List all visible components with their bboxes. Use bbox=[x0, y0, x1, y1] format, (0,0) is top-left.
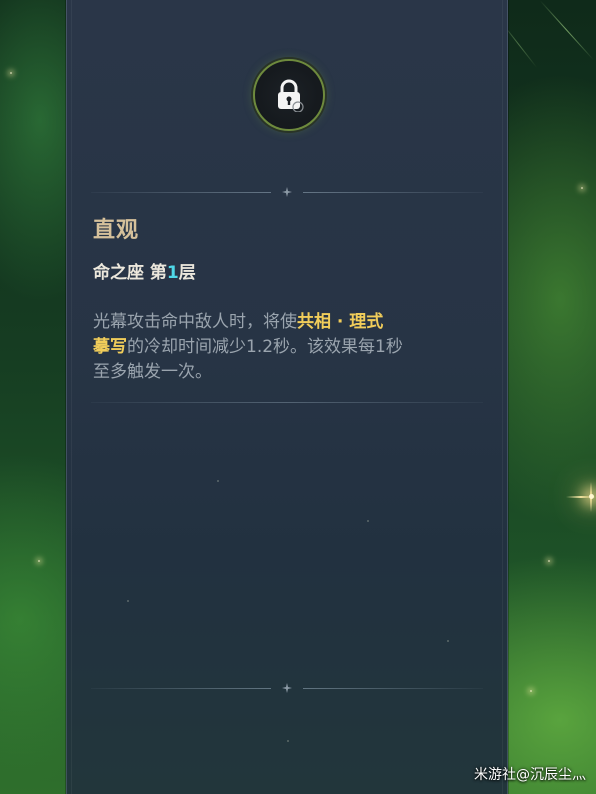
lock-icon bbox=[274, 78, 304, 112]
constellation-detail-panel: 直观 命之座 第1层 光幕攻击命中敌人时，将使共相 · 理式摹写的冷却时间减少1… bbox=[66, 0, 508, 794]
dust-particle bbox=[287, 740, 289, 742]
description-text: 光幕攻击命中敌人时，将使 bbox=[93, 312, 297, 332]
section-divider bbox=[91, 186, 483, 199]
watermark: 米游社@沉辰尘灬 bbox=[474, 767, 586, 783]
locked-constellation-button[interactable] bbox=[253, 59, 325, 131]
divider-star-icon bbox=[282, 683, 292, 693]
sparkle-dot bbox=[548, 560, 550, 562]
section-divider bbox=[91, 402, 483, 403]
sparkle-dot bbox=[38, 560, 40, 562]
light-streak bbox=[539, 0, 594, 61]
constellation-description: 光幕攻击命中敌人时，将使共相 · 理式摹写的冷却时间减少1.2秒。该效果每1秒至… bbox=[93, 310, 483, 385]
sparkle-dot bbox=[581, 187, 583, 189]
constellation-name: 直观 bbox=[93, 218, 140, 243]
description-highlight: 摹写 bbox=[93, 337, 127, 357]
bright-star bbox=[589, 494, 594, 499]
description-text: 至多触发一次。 bbox=[93, 362, 212, 382]
constellation-level: 命之座 第1层 bbox=[93, 258, 196, 283]
divider-line bbox=[91, 688, 271, 689]
level-suffix: 层 bbox=[178, 263, 196, 283]
dust-particle bbox=[217, 480, 219, 482]
divider-line bbox=[303, 688, 483, 689]
divider-line bbox=[303, 192, 483, 193]
divider-line bbox=[91, 192, 271, 193]
section-divider bbox=[91, 682, 483, 695]
dust-particle bbox=[447, 640, 449, 642]
sparkle-dot bbox=[10, 72, 12, 74]
sparkle-dot bbox=[530, 690, 532, 692]
dust-particle bbox=[367, 520, 369, 522]
description-text: 的冷却时间减少1.2秒。该效果每1秒 bbox=[127, 337, 403, 357]
level-number: 1 bbox=[166, 263, 179, 283]
level-prefix: 命之座 第 bbox=[93, 263, 167, 283]
divider-star-icon bbox=[282, 187, 292, 197]
background-scene: 直观 命之座 第1层 光幕攻击命中敌人时，将使共相 · 理式摹写的冷却时间减少1… bbox=[0, 0, 596, 794]
dust-particle bbox=[127, 600, 129, 602]
description-highlight: 共相 · 理式 bbox=[297, 312, 384, 332]
